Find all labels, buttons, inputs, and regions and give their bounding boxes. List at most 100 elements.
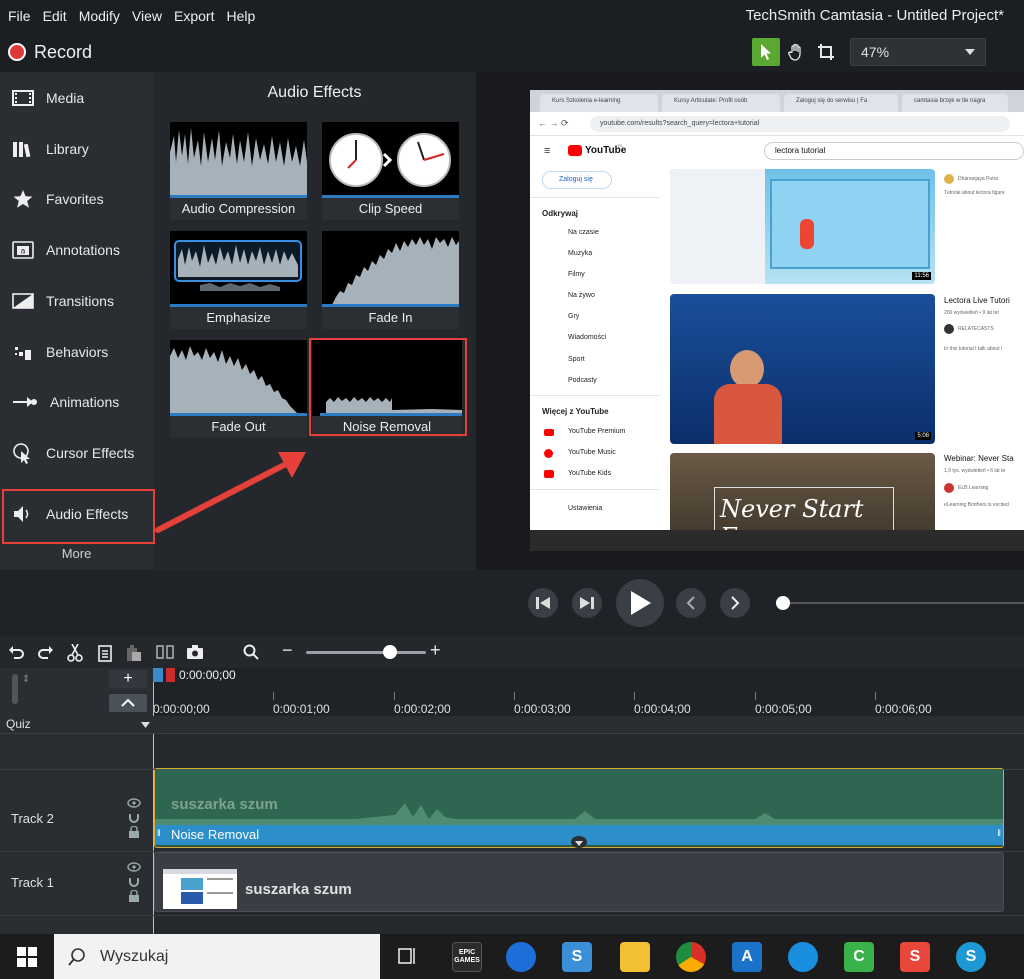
camera-icon[interactable] <box>186 644 204 660</box>
lock-icon[interactable] <box>128 890 140 902</box>
zoom-slider-handle[interactable] <box>383 645 397 659</box>
effect-tile-emphasize[interactable]: Emphasize <box>170 231 307 329</box>
sidebar-item-behaviors[interactable]: Behaviors <box>0 327 153 377</box>
skype-icon[interactable]: S <box>956 942 986 972</box>
effect-expand-button[interactable] <box>571 836 587 848</box>
previous-marker-button[interactable] <box>676 588 706 618</box>
eye-icon[interactable] <box>127 798 141 808</box>
menu-edit[interactable]: Edit <box>43 8 67 24</box>
sidebar-item-favorites[interactable]: Favorites <box>0 174 153 224</box>
browser-tab[interactable]: Zaloguj się do serwisu | Fa <box>784 94 898 112</box>
scissors-icon[interactable] <box>67 644 83 662</box>
chevron-down-icon[interactable] <box>141 722 150 728</box>
hamburger-icon[interactable]: ≡ <box>544 145 550 157</box>
previous-frame-button[interactable] <box>528 588 558 618</box>
youtube-nav-item[interactable]: YouTube Kids <box>568 470 611 477</box>
taskbar-search[interactable]: Wyszukaj <box>54 934 380 979</box>
sidebar-item-annotations[interactable]: a Annotations <box>0 225 153 275</box>
undo-icon[interactable] <box>8 644 24 660</box>
youtube-nav-item[interactable]: Filmy <box>568 271 585 278</box>
timeline-ruler[interactable]: 0:00:00;00 0:00:00;00 0:00:01;00 0:00:02… <box>153 668 1024 716</box>
zoom-icon[interactable] <box>243 644 259 660</box>
next-frame-button[interactable] <box>572 588 602 618</box>
magnet-icon[interactable] <box>127 812 141 824</box>
add-track-button[interactable]: + <box>109 670 147 688</box>
youtube-nav-item[interactable]: Na żywo <box>568 292 595 299</box>
copy-icon[interactable] <box>97 644 113 662</box>
crop-tool-button[interactable] <box>812 38 840 66</box>
canvas-preview[interactable]: Kurs Szkolenia e-learning Kursy Articula… <box>530 90 1024 551</box>
effect-tile-fade-out[interactable]: Fade Out <box>170 340 307 438</box>
audio-clip[interactable]: suszarka szum Noise Removal ‖ ‖ <box>154 768 1004 848</box>
collapse-button[interactable] <box>109 694 147 712</box>
browser-tab[interactable]: Kurs Szkolenia e-learning <box>540 94 658 112</box>
play-button[interactable] <box>616 579 664 627</box>
menu-file[interactable]: File <box>8 8 31 24</box>
paste-icon[interactable] <box>126 644 142 662</box>
scrub-handle[interactable] <box>776 596 790 610</box>
pan-tool-button[interactable] <box>782 38 810 66</box>
url-bar[interactable]: youtube.com/results?search_query=lectora… <box>590 116 1010 132</box>
zoom-in-button[interactable]: + <box>430 640 441 661</box>
youtube-login-button[interactable]: Zaloguj się <box>542 171 612 189</box>
task-view-icon[interactable] <box>396 946 418 966</box>
video-title[interactable]: Lectora Live Tutori <box>944 296 1010 305</box>
thunderbird-icon[interactable] <box>506 942 536 972</box>
playhead-end-marker[interactable] <box>166 668 175 682</box>
next-marker-button[interactable] <box>720 588 750 618</box>
track-height-slider[interactable] <box>12 674 18 704</box>
sidebar-item-library[interactable]: Library <box>0 124 153 174</box>
video-clip[interactable]: suszarka szum <box>154 852 1004 912</box>
youtube-nav-item[interactable]: Na czasie <box>568 229 599 236</box>
chrome-icon[interactable] <box>676 942 706 972</box>
camtasia-icon[interactable]: C <box>844 942 874 972</box>
redo-icon[interactable] <box>38 644 54 660</box>
scrub-track[interactable] <box>782 602 1024 604</box>
split-icon[interactable] <box>156 644 174 660</box>
snagit-icon[interactable]: S <box>562 942 592 972</box>
channel-name[interactable]: ELB Learning <box>958 485 988 491</box>
menu-view[interactable]: View <box>132 8 162 24</box>
menu-help[interactable]: Help <box>226 8 255 24</box>
more-button[interactable]: More <box>0 546 153 561</box>
playhead-start-marker[interactable] <box>153 668 163 682</box>
snagit-editor-icon[interactable]: S <box>900 942 930 972</box>
sidebar-item-cursor-effects[interactable]: Cursor Effects <box>0 428 153 478</box>
sidebar-item-transitions[interactable]: Transitions <box>0 276 153 326</box>
windows-start-icon[interactable] <box>17 947 37 967</box>
menu-modify[interactable]: Modify <box>79 8 120 24</box>
youtube-nav-item[interactable]: Sport <box>568 356 585 363</box>
youtube-nav-item[interactable]: Podcasty <box>568 377 597 384</box>
select-tool-button[interactable] <box>752 38 780 66</box>
youtube-nav-item[interactable]: Wiadomości <box>568 334 606 341</box>
channel-name[interactable]: RELATECASTS <box>958 326 994 332</box>
browser-tab[interactable]: Kursy Articulate: Profil osób <box>662 94 780 112</box>
channel-name[interactable]: Dhananjaya Putra <box>958 176 998 182</box>
eye-icon[interactable] <box>127 862 141 872</box>
youtube-nav-item[interactable]: Muzyka <box>568 250 592 257</box>
youtube-nav-item[interactable]: YouTube Music <box>568 449 616 456</box>
effect-handle-left[interactable]: ‖ <box>157 828 161 838</box>
youtube-nav-item[interactable]: Gry <box>568 313 579 320</box>
file-explorer-icon[interactable] <box>620 942 650 972</box>
effect-handle-right[interactable]: ‖ <box>997 828 1001 838</box>
video-title[interactable]: Webinar: Never Sta <box>944 454 1014 463</box>
youtube-nav-item[interactable]: Ustawienia <box>568 505 602 512</box>
menu-export[interactable]: Export <box>174 8 214 24</box>
youtube-search-input[interactable]: lectora tutorial <box>764 142 1024 160</box>
video-thumbnail[interactable]: 5:08 <box>670 294 935 444</box>
zoom-out-button[interactable]: − <box>282 640 293 661</box>
video-thumbnail[interactable]: 11:56 <box>670 169 935 284</box>
sidebar-item-media[interactable]: Media <box>0 73 153 123</box>
back-icon[interactable]: ← → ⟳ <box>538 118 569 129</box>
magnet-icon[interactable] <box>127 876 141 888</box>
youtube-nav-item[interactable]: YouTube Premium <box>568 428 625 435</box>
articulate-icon[interactable]: A <box>732 942 762 972</box>
sidebar-item-animations[interactable]: Animations <box>0 377 153 427</box>
effect-tile-audio-compression[interactable]: Audio Compression <box>170 122 307 220</box>
record-button[interactable]: Record <box>8 38 92 66</box>
effect-tile-clip-speed[interactable]: Clip Speed <box>322 122 459 220</box>
globe-app-icon[interactable] <box>788 942 818 972</box>
zoom-select[interactable]: 47% <box>850 38 986 66</box>
epic-games-icon[interactable]: EPIC GAMES <box>452 942 482 972</box>
